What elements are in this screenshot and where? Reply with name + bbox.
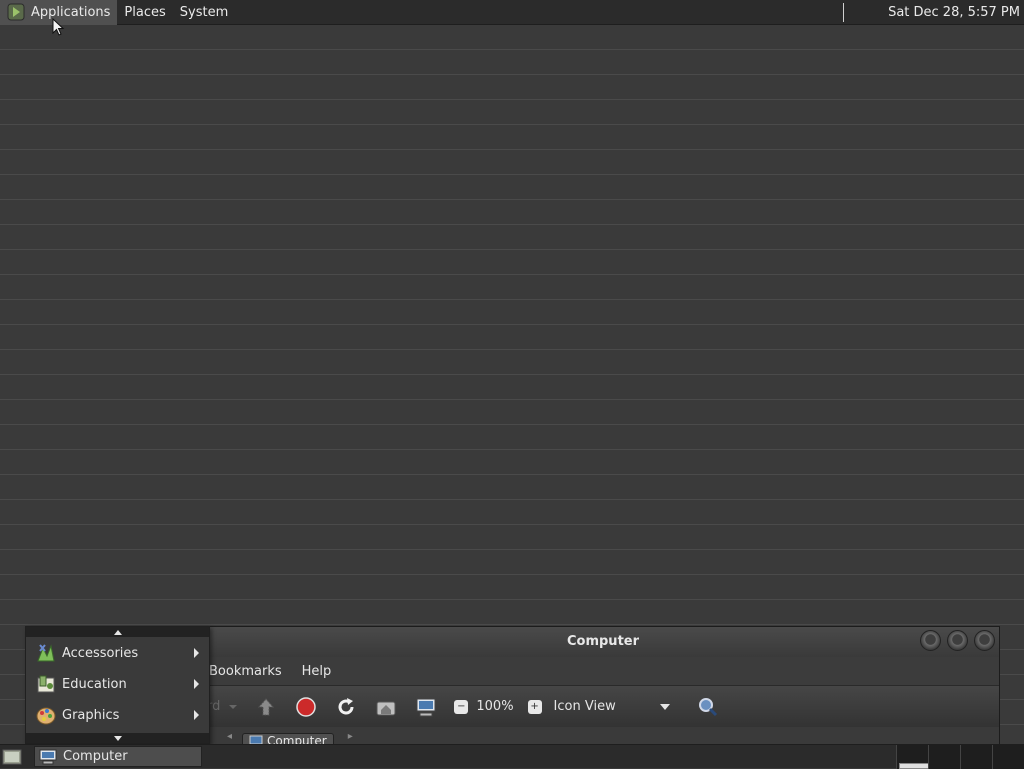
workspace-1[interactable] [896,745,929,769]
path-left-arrow-icon[interactable]: ◂ [227,731,232,742]
view-mode-select[interactable]: Icon View [554,699,688,714]
menu-item-graphics[interactable]: Graphics [26,700,209,730]
minimize-button[interactable] [920,630,941,651]
menu-bookmarks[interactable]: Bookmarks [199,664,292,679]
submenu-arrow-icon [194,679,199,689]
computer-icon[interactable] [414,695,438,719]
education-icon [37,675,55,693]
window-menubar: Bookmarks Help [207,657,999,685]
path-right-arrow-icon[interactable]: ▸ [348,731,353,742]
zoom-in-button[interactable]: + [527,699,542,714]
home-folder-icon[interactable] [374,695,398,719]
system-menu-button[interactable]: System [173,0,235,25]
scroll-up-icon [113,629,122,635]
accessories-icon [37,644,55,662]
menu-item-label: Graphics [62,707,120,723]
taskbar-button-computer[interactable]: Computer [34,746,202,767]
mouse-cursor-icon [52,17,66,38]
bottom-panel: Computer [0,744,1024,769]
submenu-arrow-icon [194,648,199,658]
up-arrow-icon[interactable] [254,695,278,719]
file-manager-window: Computer Bookmarks Help rd − 100% + Icon… [206,626,1000,749]
places-menu-button[interactable]: Places [117,0,172,25]
menu-scroll-up[interactable] [26,627,209,637]
show-desktop-button[interactable] [0,745,24,769]
zoom-level: 100% [476,699,514,714]
workspace-switcher [896,745,1024,769]
menu-item-label: Accessories [62,645,139,661]
window-title: Computer [566,634,640,649]
workspace-4[interactable] [992,745,1024,769]
computer-icon [39,749,57,764]
forward-dropdown-icon[interactable] [228,695,238,719]
panel-separator [843,3,844,22]
applications-menu-label: Applications [31,4,111,20]
menu-scroll-down[interactable] [26,733,209,743]
clock[interactable]: Sat Dec 28, 5:57 PM [888,0,1020,25]
menu-item-label: Education [62,676,127,692]
zoom-out-button[interactable]: − [454,699,469,714]
distro-logo-icon [7,3,25,21]
search-icon[interactable] [696,695,720,719]
chevron-down-icon [659,703,670,710]
workspace-3[interactable] [960,745,992,769]
workspace-2[interactable] [928,745,960,769]
window-controls [920,630,995,651]
close-button[interactable] [974,630,995,651]
view-mode-label: Icon View [553,699,616,714]
system-menu-label: System [179,4,229,20]
window-toolbar: rd − 100% + Icon View [207,685,999,727]
scroll-down-icon [113,735,122,741]
stop-icon[interactable] [294,695,318,719]
maximize-button[interactable] [947,630,968,651]
applications-menu: Accessories Education Graphics [25,626,210,744]
submenu-arrow-icon [194,710,199,720]
menu-item-accessories[interactable]: Accessories [26,638,209,668]
reload-icon[interactable] [334,695,358,719]
menu-help[interactable]: Help [292,664,342,679]
graphics-icon [36,707,56,725]
top-panel: Applications Places System Sat Dec 28, 5… [0,0,1024,25]
places-menu-label: Places [124,4,166,20]
menu-item-education[interactable]: Education [26,669,209,699]
taskbar-button-label: Computer [63,749,128,764]
show-desktop-icon [2,749,22,764]
window-titlebar[interactable]: Computer [207,627,999,657]
